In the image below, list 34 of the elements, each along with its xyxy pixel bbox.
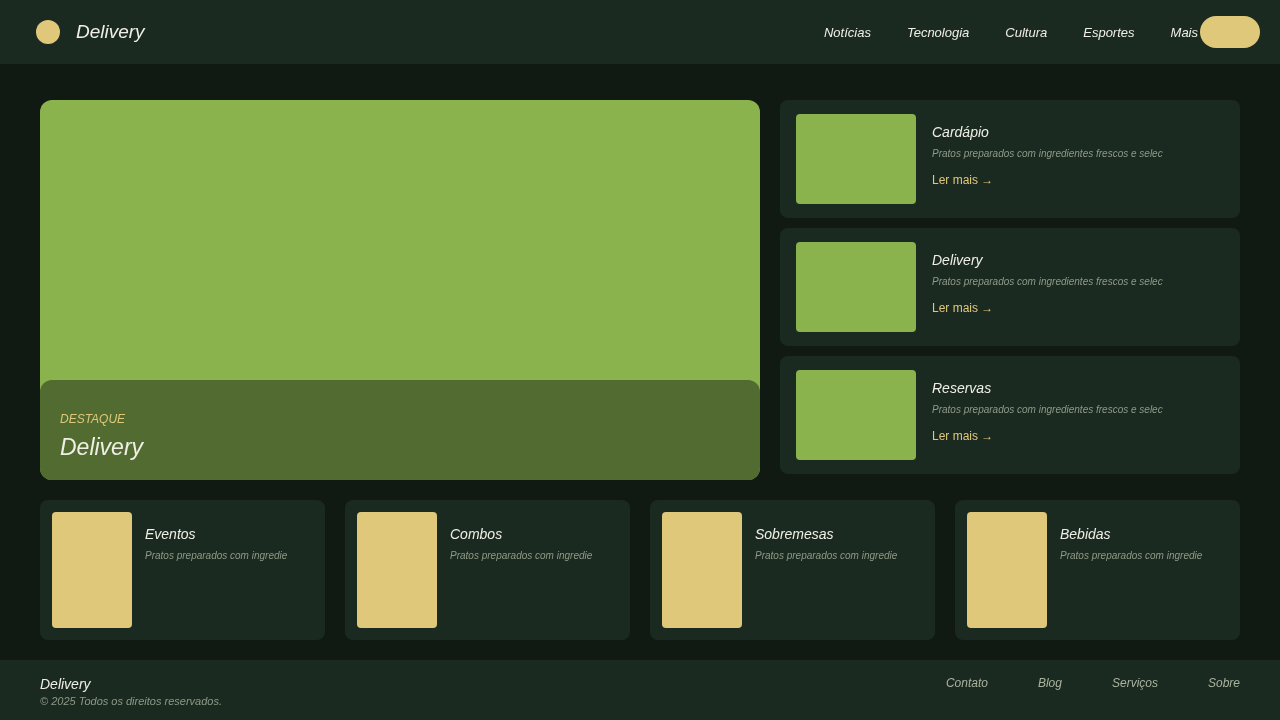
card-title: Delivery (932, 252, 984, 268)
hero-card[interactable]: DESTAQUE Delivery (40, 100, 760, 480)
card-excerpt: Pratos preparados com ingredie (145, 550, 288, 561)
footer-link[interactable]: Serviços (1111, 676, 1158, 720)
card-title: Sobremesas (755, 526, 835, 542)
footer-brand: Delivery (40, 676, 92, 692)
card-excerpt: Pratos preparados com ingredientes frescos e selec (932, 276, 1163, 287)
logo-icon (36, 20, 60, 44)
card-title: Cardápio (932, 124, 990, 140)
footer-link[interactable]: Contato (945, 676, 988, 720)
read-more-link[interactable]: Ler mais → (932, 173, 1163, 187)
nav-link[interactable]: Tecnologia (906, 24, 970, 40)
card-excerpt: Pratos preparados com ingredie (1060, 550, 1203, 561)
card-title: Reservas (932, 380, 993, 396)
footer-link[interactable]: Blog (1037, 676, 1062, 720)
card-excerpt: Pratos preparados com ingredie (755, 550, 898, 561)
hero-kicker: DESTAQUE (60, 412, 127, 426)
card-excerpt: Pratos preparados com ingredie (450, 550, 593, 561)
card-title: Eventos (145, 526, 197, 542)
card-title: Combos (450, 526, 504, 542)
card-excerpt: Pratos preparados com ingredientes frescos e selec (932, 404, 1163, 415)
footer-link[interactable]: Sobre (1207, 676, 1240, 720)
read-more-link[interactable]: Ler mais → (932, 301, 1163, 315)
nav-link[interactable]: Esportes (1083, 24, 1135, 40)
nav-link[interactable]: Mais (1170, 24, 1198, 40)
copyright-text: © 2025 Todos os direitos reservados. (40, 695, 222, 707)
hero-title: Delivery (60, 434, 145, 461)
card-excerpt: Pratos preparados com ingredientes frescos e selec (932, 148, 1163, 159)
pill-button[interactable] (1200, 16, 1260, 48)
read-more-link[interactable]: Ler mais → (932, 429, 1163, 443)
nav-link[interactable]: Cultura (1005, 24, 1048, 40)
brand-name: Delivery (76, 21, 145, 43)
nav-link[interactable]: Notícias (823, 24, 871, 40)
card-title: Bebidas (1060, 526, 1112, 542)
